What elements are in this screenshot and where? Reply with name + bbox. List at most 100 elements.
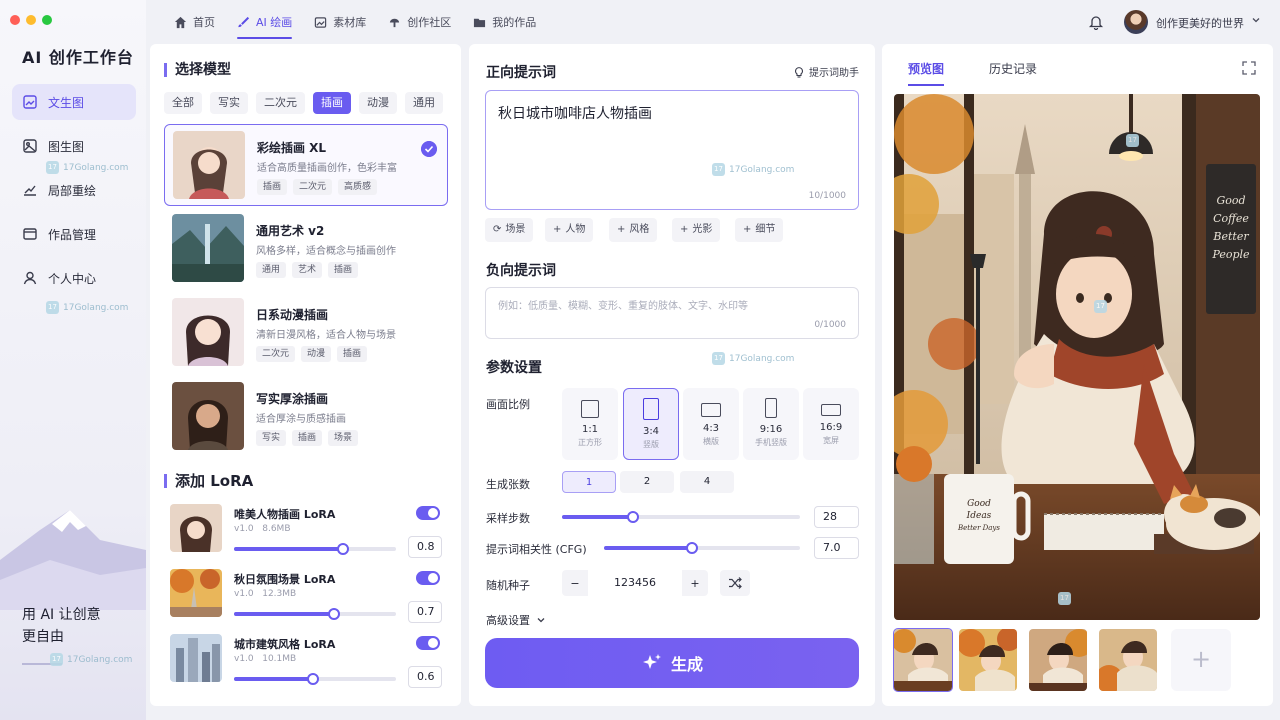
picture-icon (23, 139, 37, 153)
close-dot[interactable] (10, 15, 20, 25)
count-option-2[interactable]: 2 (620, 471, 674, 493)
filter-cartoon[interactable]: 动漫 (359, 92, 397, 114)
lora-item: 城市建筑风格 LoRA v1.0 10.1MB 0.6 (170, 630, 450, 688)
tab-materials[interactable]: 素材库 (314, 0, 366, 44)
tab-history[interactable]: 历史记录 (989, 60, 1037, 77)
seed-input[interactable]: 123456 (588, 570, 682, 596)
model-tag: 插画 (257, 179, 288, 195)
tab-ai-painting[interactable]: AI 绘画 (237, 0, 293, 44)
bell-icon[interactable] (1088, 14, 1104, 30)
model-card[interactable]: 通用艺术 v2 风格多样，适合概念与插画创作 通用 艺术 插画 (164, 208, 448, 290)
ratio-16-9[interactable]: 16:9 宽屏 (803, 388, 859, 460)
minimize-dot[interactable] (26, 15, 36, 25)
lora-weight-slider[interactable] (234, 608, 396, 620)
sidebar-item-profile[interactable]: 个人中心 (12, 260, 136, 296)
prompt-helper-button[interactable]: 提示词助手 (793, 64, 859, 79)
sidebar-item-label: 图生图 (48, 139, 85, 154)
quick-detail-button[interactable]: + 细节 (735, 218, 784, 242)
refresh-icon: ⟳ (493, 224, 502, 235)
lora-name: 秋日氛围场景 LoRA (234, 573, 336, 586)
model-thumbnail (172, 382, 244, 450)
filter-illustration[interactable]: 插画 (313, 92, 351, 114)
folder-icon (474, 18, 486, 27)
model-desc: 清新日漫风格，适合人物与场景 (256, 330, 396, 341)
steps-slider[interactable] (562, 511, 800, 523)
sidebar-item-text-to-image[interactable]: 文生图 (12, 84, 136, 120)
model-name: 日系动漫插画 (256, 308, 329, 322)
model-thumbnail (172, 214, 244, 282)
ratio-4-3[interactable]: 4:3 横版 (683, 388, 739, 460)
generate-button[interactable]: 生成 (485, 638, 859, 688)
steps-input[interactable]: 28 (814, 506, 859, 528)
count-option-4[interactable]: 4 (680, 471, 734, 493)
lora-weight-slider[interactable] (234, 543, 396, 555)
lora-meta: v1.0 12.3MB (234, 589, 297, 599)
lora-weight-input[interactable]: 0.8 (408, 536, 442, 558)
random-seed-button[interactable] (720, 570, 750, 596)
prompt-panel: 正向提示词 提示词助手 秋日城市咖啡店人物插画 17 17Golang.com 1… (469, 44, 875, 706)
negative-input[interactable]: 例如：低质量、模糊、变形、重复的肢体、文字、水印等 0/1000 (485, 287, 859, 339)
tab-community[interactable]: 创作社区 (388, 0, 451, 44)
advanced-settings-toggle[interactable]: 高级设置 (486, 612, 546, 628)
filter-realistic[interactable]: 写实 (210, 92, 248, 114)
sidebar-item-works[interactable]: 作品管理 (12, 216, 136, 252)
model-filters: 全部 写实 二次元 插画 动漫 通用 (164, 92, 443, 114)
thumbnail-2[interactable] (959, 629, 1017, 691)
sidebar-item-inpaint[interactable]: 局部重绘 (12, 172, 136, 208)
maximize-dot[interactable] (42, 15, 52, 25)
lora-weight-input[interactable]: 0.7 (408, 601, 442, 623)
avatar[interactable] (1124, 10, 1148, 34)
expand-icon[interactable] (1242, 61, 1256, 75)
image-icon (23, 95, 37, 109)
check-icon (421, 141, 437, 157)
svg-text:Good: Good (1216, 194, 1245, 207)
thumbnail-4[interactable] (1099, 629, 1157, 691)
model-card[interactable]: 彩绘插画 XL 适合高质量插画创作，色彩丰富 插画 二次元 高质感 (164, 124, 448, 206)
cfg-slider[interactable] (604, 542, 800, 554)
filter-general[interactable]: 通用 (405, 92, 443, 114)
thumbnail-1[interactable] (893, 628, 953, 692)
prompt-input[interactable]: 秋日城市咖啡店人物插画 17 17Golang.com 10/1000 (485, 90, 859, 210)
sidebar-item-image-to-image[interactable]: 图生图 (12, 128, 136, 164)
lora-weight-input[interactable]: 0.6 (408, 666, 442, 688)
user-name[interactable]: 创作更美好的世界 (1156, 15, 1244, 31)
preview-image[interactable]: Good Coffee Better People Good Ideas Bet… (894, 94, 1260, 620)
ratio-label: 画面比例 (486, 398, 530, 411)
ratio-1-1[interactable]: 1:1 正方形 (562, 388, 618, 460)
gallery-icon (315, 16, 327, 28)
tab-preview[interactable]: 预览图 (908, 60, 945, 86)
chevron-down-icon[interactable] (1250, 14, 1262, 26)
svg-text:People: People (1211, 248, 1250, 261)
lora-weight-slider[interactable] (234, 673, 396, 685)
lora-toggle[interactable] (416, 571, 440, 585)
steps-label: 采样步数 (486, 512, 530, 525)
model-tag: 插画 (292, 430, 323, 446)
model-thumbnail (173, 131, 245, 199)
quick-scene-button[interactable]: ⟳ 场景 (485, 218, 534, 242)
tab-home[interactable]: 首页 (174, 0, 215, 44)
plus-button[interactable]: + (682, 577, 708, 590)
model-card[interactable]: 日系动漫插画 清新日漫风格，适合人物与场景 二次元 动漫 插画 (164, 292, 448, 374)
quick-character-button[interactable]: + 人物 (545, 218, 594, 242)
mountain-illustration (0, 510, 146, 610)
count-option-1[interactable]: 1 (562, 471, 616, 493)
lora-toggle[interactable] (416, 506, 440, 520)
quick-light-button[interactable]: + 光影 (672, 218, 721, 242)
model-card[interactable]: 写实厚涂插画 适合厚涂与质感插画 写实 插画 场景 (164, 376, 448, 458)
filter-all[interactable]: 全部 (164, 92, 202, 114)
model-desc: 适合高质量插画创作，色彩丰富 (257, 163, 397, 174)
filter-anime[interactable]: 二次元 (256, 92, 305, 114)
minus-button[interactable]: − (562, 577, 588, 590)
thumbnail-3[interactable] (1029, 629, 1087, 691)
ratio-3-4[interactable]: 3:4 竖版 (623, 388, 679, 460)
watermark: 17 17Golang.com (712, 352, 794, 365)
model-tag: 动漫 (301, 346, 332, 362)
preview-panel: 预览图 历史记录 Good Coffee Better People Good … (882, 44, 1273, 706)
lora-toggle[interactable] (416, 636, 440, 650)
tab-my-works[interactable]: 我的作品 (473, 0, 536, 44)
params-title: 参数设置 (486, 360, 542, 376)
add-thumbnail-button[interactable]: + (1171, 629, 1231, 691)
quick-style-button[interactable]: + 风格 (609, 218, 658, 242)
ratio-9-16[interactable]: 9:16 手机竖版 (743, 388, 799, 460)
cfg-input[interactable]: 7.0 (814, 537, 859, 559)
